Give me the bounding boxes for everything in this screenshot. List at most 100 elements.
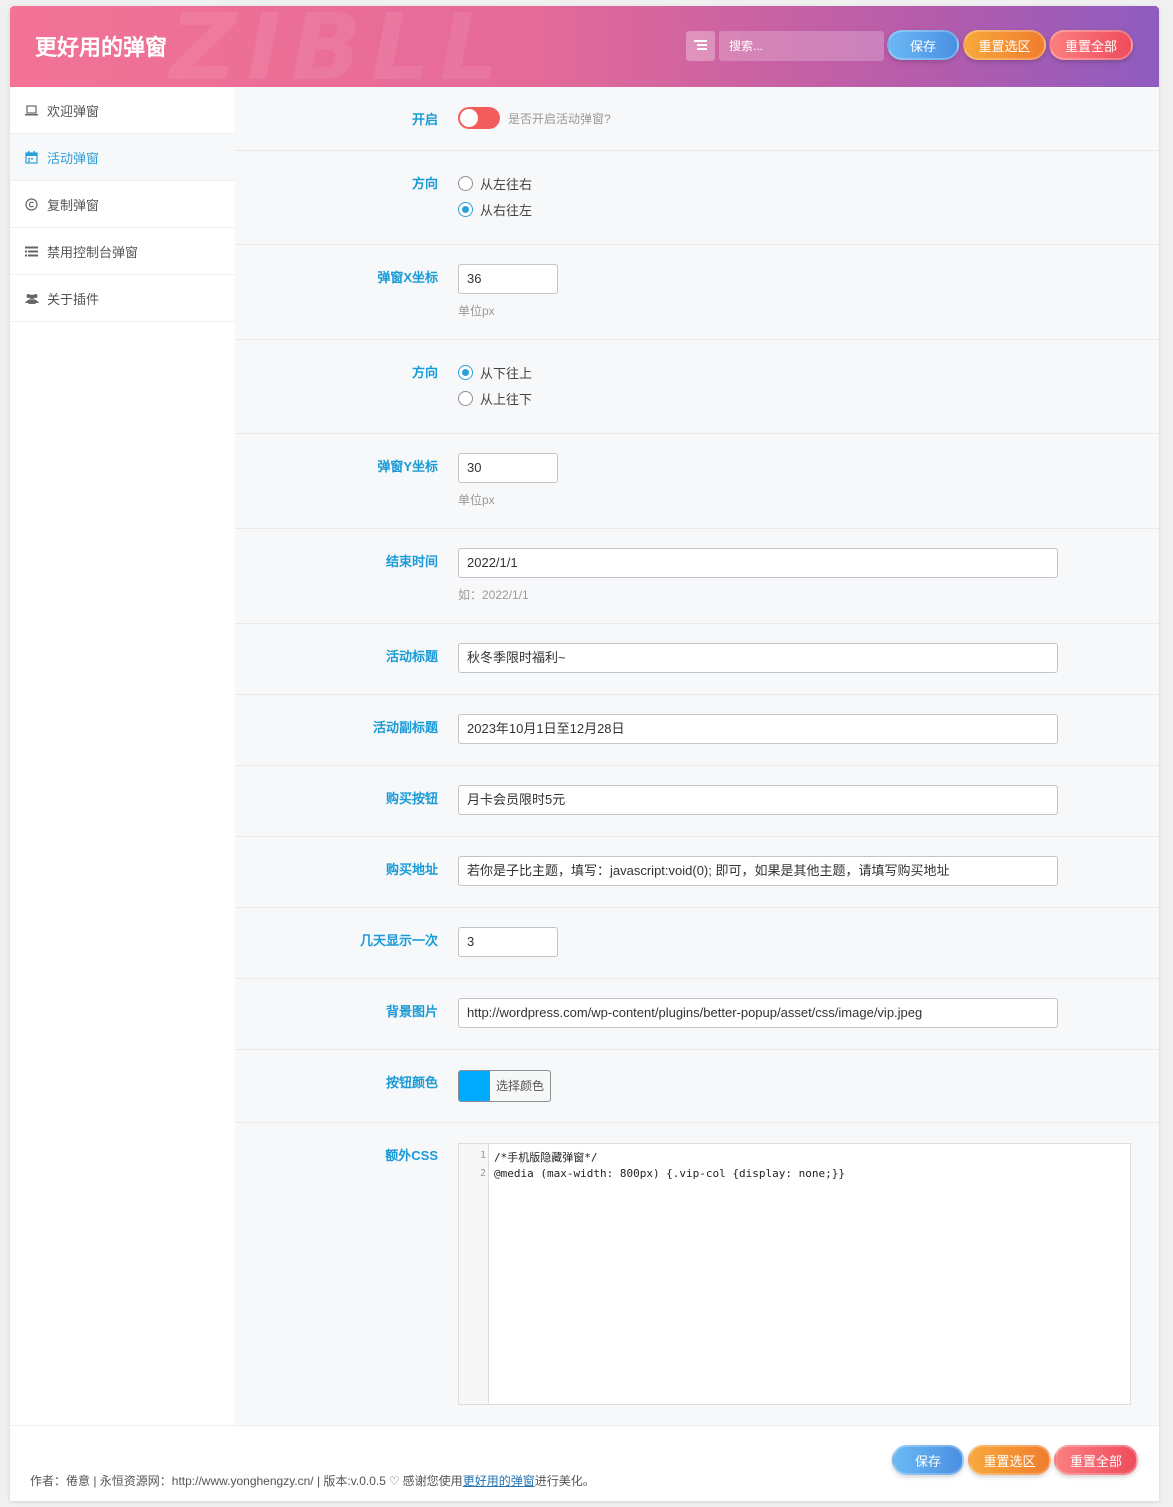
- line-gutter: [459, 1144, 489, 1404]
- radio-label: 从右往左: [480, 203, 533, 218]
- direction-y-row: 方向 从下往上 从上往下: [235, 340, 1159, 434]
- buy-url-label: 购买地址: [385, 862, 438, 877]
- activity-title-input[interactable]: 秋冬季限时福利~: [458, 643, 1058, 673]
- sidebar-item-copy-popup[interactable]: 复制弹窗: [10, 181, 235, 228]
- css-code-editor[interactable]: 1 2 /*手机版隐藏弹窗*/ @media (max-width: 800px…: [458, 1143, 1131, 1405]
- x-coord-row: 弹窗X坐标 36 单位px: [235, 245, 1159, 340]
- footer-bar: 作者：倦意 | 永恒资源网：http://www.yonghengzy.cn/ …: [10, 1425, 1159, 1501]
- buy-button-label: 购买按钮: [385, 791, 438, 806]
- calendar-icon: [25, 150, 38, 164]
- color-swatch: [459, 1071, 490, 1101]
- header-bar: ZIBLL 更好用的弹窗 保存 重置选区 重置全部: [10, 6, 1159, 87]
- users-icon: [25, 292, 39, 305]
- radio-label: 从上往下: [480, 392, 533, 407]
- activity-title-row: 活动标题 秋冬季限时福利~: [235, 624, 1159, 695]
- end-time-input[interactable]: 2022/1/1: [458, 548, 1058, 578]
- sidebar-item-label: 欢迎弹窗: [47, 103, 100, 119]
- footer-save-button[interactable]: 保存: [892, 1445, 964, 1475]
- days-interval-input[interactable]: 3: [458, 927, 558, 957]
- buy-button-input[interactable]: 月卡会员限时5元: [458, 785, 1058, 815]
- radio-top-to-bottom[interactable]: 从上往下: [458, 389, 532, 408]
- sidebar-item-label: 复制弹窗: [47, 197, 100, 213]
- y-coord-row: 弹窗Y坐标 30 单位px: [235, 434, 1159, 529]
- reset-all-button[interactable]: 重置全部: [1049, 30, 1133, 60]
- activity-subtitle-label: 活动副标题: [372, 720, 438, 735]
- header-watermark: ZIBLL: [170, 6, 509, 87]
- end-time-row: 结束时间 2022/1/1 如：2022/1/1: [235, 529, 1159, 624]
- direction-x-label: 方向: [411, 176, 438, 191]
- plugin-link[interactable]: 更好用的弹窗: [463, 1474, 535, 1488]
- credit-suffix: 进行美化。: [534, 1474, 595, 1488]
- bg-image-row: 背景图片 http://wordpress.com/wp-content/plu…: [235, 979, 1159, 1050]
- page-title: 更好用的弹窗: [35, 35, 168, 60]
- credit-thanks: 感谢您使用: [402, 1474, 463, 1488]
- radio-bottom-to-top[interactable]: 从下往上: [458, 363, 532, 382]
- sidebar-item-welcome-popup[interactable]: 欢迎弹窗: [10, 87, 235, 134]
- activity-title-label: 活动标题: [385, 649, 438, 664]
- code-line: /*手机版隐藏弹窗*/: [494, 1151, 598, 1164]
- y-coord-desc: 单位px: [458, 493, 495, 507]
- radio-dot: [458, 176, 473, 191]
- reset-section-button[interactable]: 重置选区: [963, 30, 1046, 60]
- direction-y-label: 方向: [411, 365, 438, 380]
- direction-x-row: 方向 从左往右 从右往左: [235, 151, 1159, 245]
- days-interval-label: 几天显示一次: [359, 933, 438, 948]
- footer-reset-section-button[interactable]: 重置选区: [968, 1445, 1051, 1475]
- color-picker-label: 选择颜色: [496, 1079, 545, 1093]
- line-number: 2: [479, 1168, 486, 1179]
- y-coord-label: 弹窗Y坐标: [377, 459, 438, 474]
- x-coord-input[interactable]: 36: [458, 264, 558, 294]
- code-line: @media (max-width: 800px) {.vip-col {dis…: [494, 1167, 845, 1180]
- bg-image-input[interactable]: http://wordpress.com/wp-content/plugins/…: [458, 998, 1058, 1028]
- menu-icon: [694, 40, 707, 51]
- laptop-icon: [25, 104, 38, 117]
- sidebar: 欢迎弹窗 活动弹窗 复制弹窗 禁用控制台弹窗 关于插件: [10, 87, 235, 1425]
- button-color-label: 按钮颜色: [385, 1075, 438, 1090]
- radio-dot: [458, 202, 473, 217]
- buy-url-input[interactable]: 若你是子比主题，填写：javascript:void(0); 即可，如果是其他主…: [458, 856, 1058, 886]
- sidebar-item-disable-console-popup[interactable]: 禁用控制台弹窗: [10, 228, 235, 275]
- settings-panel: ZIBLL 更好用的弹窗 保存 重置选区 重置全部 欢迎弹窗 活动弹窗 复制弹窗: [10, 6, 1159, 1501]
- color-picker-button[interactable]: 选择颜色: [458, 1070, 551, 1102]
- radio-label: 从左往右: [480, 177, 533, 192]
- x-coord-label: 弹窗X坐标: [377, 270, 438, 285]
- line-number: 1: [479, 1150, 486, 1161]
- settings-form: 开启 是否开启活动弹窗? 方向 从左往右 从右往左 弹窗X坐标 36 单位px: [235, 87, 1159, 1425]
- footer-credit: 作者：倦意 | 永恒资源网：http://www.yonghengzy.cn/ …: [30, 1472, 595, 1489]
- list-icon: [25, 245, 38, 258]
- expand-menu-button[interactable]: [686, 31, 715, 61]
- extra-css-row: 额外CSS 1 2 /*手机版隐藏弹窗*/ @media (max-width:…: [235, 1123, 1159, 1425]
- extra-css-label: 额外CSS: [385, 1148, 438, 1163]
- radio-label: 从下往上: [480, 366, 533, 381]
- radio-right-to-left[interactable]: 从右往左: [458, 200, 532, 219]
- search-input[interactable]: [719, 31, 884, 61]
- bg-image-label: 背景图片: [385, 1004, 438, 1019]
- days-interval-row: 几天显示一次 3: [235, 908, 1159, 979]
- button-color-row: 按钮颜色 选择颜色: [235, 1050, 1159, 1123]
- sidebar-item-about-plugin[interactable]: 关于插件: [10, 275, 235, 322]
- radio-left-to-right[interactable]: 从左往右: [458, 174, 532, 193]
- enable-label: 开启: [411, 112, 438, 127]
- radio-dot: [458, 365, 473, 380]
- sidebar-item-label: 关于插件: [47, 291, 100, 307]
- y-coord-input[interactable]: 30: [458, 453, 558, 483]
- enable-desc: 是否开启活动弹窗?: [508, 112, 611, 126]
- buy-url-row: 购买地址 若你是子比主题，填写：javascript:void(0); 即可，如…: [235, 837, 1159, 908]
- x-coord-desc: 单位px: [458, 304, 495, 318]
- sidebar-item-label: 活动弹窗: [47, 150, 100, 166]
- enable-row: 开启 是否开启活动弹窗?: [235, 87, 1159, 151]
- footer-reset-all-button[interactable]: 重置全部: [1054, 1445, 1138, 1475]
- copyright-icon: [25, 197, 38, 211]
- save-button[interactable]: 保存: [887, 30, 959, 60]
- radio-dot: [458, 391, 473, 406]
- buy-button-row: 购买按钮 月卡会员限时5元: [235, 766, 1159, 837]
- enable-toggle[interactable]: [458, 107, 500, 129]
- heart-icon: ♡: [388, 1474, 400, 1488]
- end-time-desc: 如：2022/1/1: [458, 588, 529, 602]
- toggle-knob: [460, 109, 478, 127]
- sidebar-item-label: 禁用控制台弹窗: [47, 244, 139, 260]
- sidebar-item-activity-popup[interactable]: 活动弹窗: [10, 134, 235, 181]
- activity-subtitle-input[interactable]: 2023年10月1日至12月28日: [458, 714, 1058, 744]
- credit-prefix: 作者：倦意 | 永恒资源网：http://www.yonghengzy.cn/ …: [30, 1474, 386, 1488]
- activity-subtitle-row: 活动副标题 2023年10月1日至12月28日: [235, 695, 1159, 766]
